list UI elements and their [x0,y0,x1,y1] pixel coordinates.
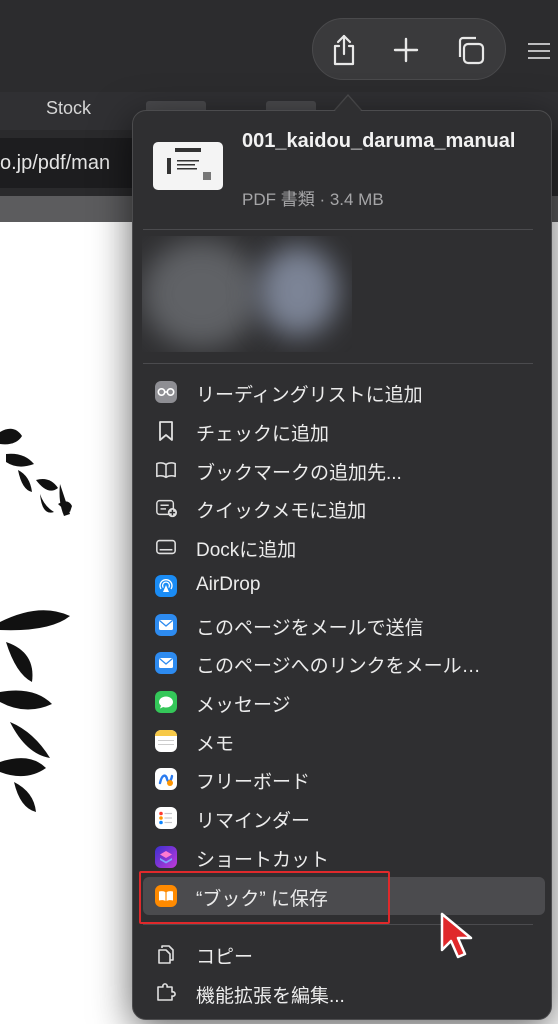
reminders-icon [155,807,177,829]
toolbar-actions [312,18,506,80]
pdf-thumbnail [153,142,223,190]
tabs-overview-button[interactable] [439,19,501,81]
menu-item-reminders[interactable]: リマインダー [143,799,545,837]
extensions-icon [155,982,177,1004]
menu-item-airdrop[interactable]: AirDrop [143,567,545,605]
pointer-cursor-icon [440,912,474,965]
menu-item-reading-list[interactable]: リーディングリストに追加 [143,373,545,411]
new-tab-button[interactable] [375,19,437,81]
menu-item-email-link[interactable]: このページへのリンクをメール… [143,644,545,682]
menu-item-add-bookmark[interactable]: ブックマークの追加先... [143,451,545,489]
freeform-icon [155,768,177,790]
menu-item-freeform[interactable]: フリーボード [143,760,545,798]
menu-item-messages[interactable]: メッセージ [143,683,545,721]
menu-item-add-to-check[interactable]: チェックに追加 [143,412,545,450]
menu-item-copy[interactable]: コピー [143,935,545,973]
divider [143,229,533,230]
bookmark-icon [155,420,177,442]
shortcuts-icon [155,846,177,868]
menu-item-email-page[interactable]: このページをメールで送信 [143,606,545,644]
menu-item-quick-note[interactable]: クイックメモに追加 [143,489,545,527]
notes-icon [155,730,177,752]
divider [143,924,533,925]
copy-icon [155,943,177,965]
menu-item-notes[interactable]: メモ [143,722,545,760]
popover-arrow-fill [334,96,362,112]
sidebar-icon[interactable] [520,34,554,68]
plus-icon [393,37,419,63]
mail-icon [155,614,177,636]
share-icon [333,34,355,66]
messages-icon [155,691,177,713]
tabs-overview-icon [458,36,485,65]
airdrop-icon [155,575,177,597]
menu-item-add-to-dock[interactable]: Dockに追加 [143,528,545,566]
reading-list-icon [155,381,177,403]
quick-note-icon [155,497,177,519]
highlight-box [139,871,390,924]
menu-item-edit-extensions[interactable]: 機能拡張を編集... [143,974,545,1012]
url-text[interactable]: o.jp/pdf/man [0,152,110,175]
mail-icon [155,652,177,674]
airdrop-suggestions [142,236,352,352]
document-meta: PDF 書類 · 3.4 MB [242,190,384,209]
tab-stock[interactable]: Stock [46,98,91,119]
airdrop-contact-avatar[interactable] [142,240,260,348]
share-button[interactable] [313,19,375,81]
calligraphy-image [0,428,72,812]
dock-icon [155,536,177,558]
document-title: 001_kaidou_daruma_manual [242,130,516,152]
book-icon [155,459,177,481]
divider [143,363,533,364]
airdrop-contact-avatar[interactable] [258,246,338,336]
